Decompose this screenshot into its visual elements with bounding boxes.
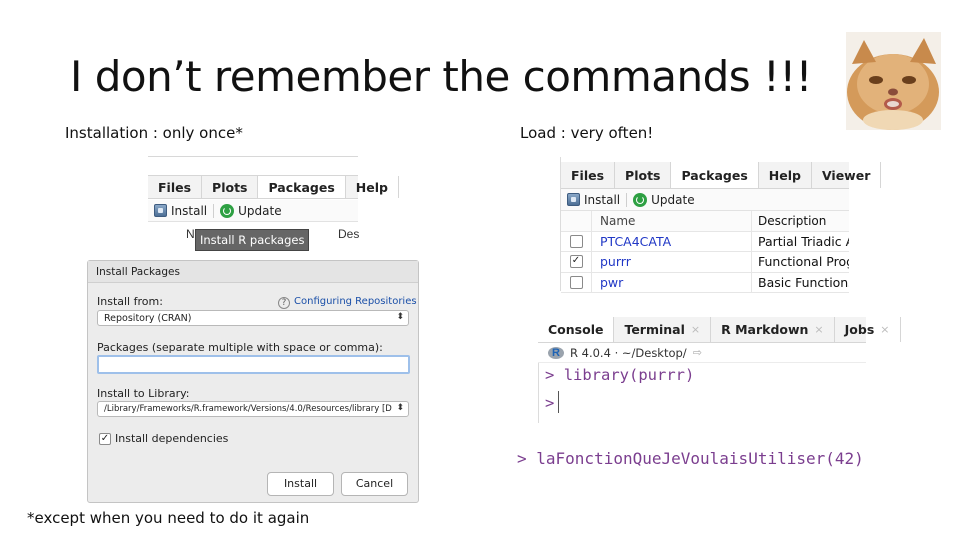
package-name-link[interactable]: purrr (600, 254, 631, 269)
dialog-title: Install Packages (88, 261, 418, 283)
install-button-label: Install (584, 192, 621, 207)
package-description: Partial Triadic An (751, 231, 849, 251)
tab-plots[interactable]: Plots (202, 176, 259, 198)
column-name-header[interactable]: N (186, 227, 195, 241)
toolbar-divider (213, 203, 215, 218)
table-header-row: Name Description (561, 211, 849, 232)
console-body[interactable]: > library(purrr) > (538, 363, 866, 423)
tab-help[interactable]: Help (759, 162, 812, 188)
close-icon[interactable]: × (814, 323, 823, 336)
column-description-header[interactable]: Des (338, 227, 359, 241)
select-caret-icon: ⬍ (396, 312, 404, 322)
install-icon (567, 193, 580, 206)
tab-files[interactable]: Files (561, 162, 616, 188)
configuring-repositories-label: Configuring Repositories (294, 296, 417, 307)
tab-files[interactable]: Files (148, 176, 203, 198)
install-packages-dialog: Install Packages Install from: ? Configur… (87, 260, 419, 503)
help-icon: ? (278, 297, 290, 309)
cat-image (846, 32, 941, 130)
install-button[interactable]: Install (154, 204, 207, 218)
packages-pane-right: Files Plots Packages Help Viewer Install… (560, 157, 882, 293)
tab-console[interactable]: Console (538, 317, 615, 342)
r-version-path: R 4.0.4 · ~/Desktop/ (570, 345, 687, 360)
install-caption: Installation : only once* (65, 124, 243, 142)
install-library-label: Install to Library: (97, 387, 190, 400)
tab-terminal[interactable]: Terminal × (614, 317, 712, 342)
pane-tabs: Files Plots Packages Help Viewer (561, 162, 882, 189)
install-button[interactable]: Install (267, 472, 334, 496)
tab-viewer[interactable]: Viewer (812, 162, 882, 188)
footnote: *except when you need to do it again (27, 509, 310, 527)
checkmark-icon: ✓ (99, 432, 111, 445)
tab-jobs-label: Jobs (844, 322, 875, 337)
install-from-label: Install from: (97, 295, 163, 308)
close-icon[interactable]: × (880, 323, 889, 336)
slide-title: I don’t remember the commands !!! (70, 52, 813, 101)
install-icon (154, 204, 167, 217)
packages-toolbar: Install Update (148, 200, 358, 222)
go-to-directory-icon[interactable]: ⇨ (693, 346, 702, 359)
packages-table: Name Description PTCA4CATA Partial Triad… (561, 211, 849, 293)
package-name-link[interactable]: pwr (600, 275, 623, 290)
tab-help[interactable]: Help (346, 176, 399, 198)
cancel-button[interactable]: Cancel (341, 472, 408, 496)
select-caret-icon: ⬍ (396, 403, 404, 413)
tab-packages[interactable]: Packages (258, 176, 346, 198)
update-button[interactable]: Update (220, 203, 282, 218)
table-row: ✓ purrr Functional Progra (561, 252, 849, 273)
text-cursor (558, 391, 560, 413)
install-button[interactable]: Install (567, 193, 620, 207)
package-checkbox[interactable]: ✓ (569, 255, 583, 269)
update-button[interactable]: Update (633, 192, 695, 207)
tab-terminal-label: Terminal (624, 322, 685, 337)
package-checkbox[interactable] (569, 275, 583, 289)
console-line: > library(purrr) (545, 366, 694, 384)
install-tooltip: Install R packages (195, 229, 310, 251)
tab-r-markdown-label: R Markdown (721, 322, 809, 337)
install-from-select[interactable]: Repository (CRAN) ⬍ (97, 310, 409, 326)
tab-jobs[interactable]: Jobs × (835, 317, 901, 342)
tab-r-markdown[interactable]: R Markdown × (711, 317, 835, 342)
update-button-label: Update (651, 192, 695, 207)
table-row: pwr Basic Functions f (561, 272, 849, 293)
tab-plots[interactable]: Plots (615, 162, 672, 188)
table-row: PTCA4CATA Partial Triadic An (561, 231, 849, 252)
package-checkbox[interactable] (569, 234, 583, 248)
column-name-header[interactable]: Name (591, 211, 751, 231)
column-description-header[interactable]: Description (751, 211, 849, 231)
console-prompt: > (545, 394, 555, 412)
install-button-label: Install (171, 203, 208, 218)
install-dependencies-label: Install dependencies (115, 432, 229, 445)
console-line: > (545, 391, 560, 413)
packages-input[interactable] (97, 355, 410, 374)
install-from-value: Repository (CRAN) (104, 313, 192, 324)
load-caption: Load : very often! (520, 124, 654, 142)
packages-toolbar: Install Update (561, 189, 849, 211)
console-pane: Console Terminal × R Markdown × Jobs × R… (538, 317, 901, 423)
package-description: Basic Functions f (751, 272, 849, 292)
install-library-value: /Library/Frameworks/R.framework/Versions… (104, 404, 392, 414)
console-path-bar: R R 4.0.4 · ~/Desktop/ ⇨ (538, 343, 866, 363)
close-icon[interactable]: × (691, 323, 700, 336)
update-icon (220, 203, 235, 218)
packages-label: Packages (separate multiple with space o… (97, 341, 383, 354)
toolbar-divider (626, 192, 628, 207)
console-command: library(purrr) (563, 366, 695, 384)
package-description: Functional Progra (751, 252, 849, 272)
packages-pane-left: Files Plots Packages Help Install Update… (148, 156, 399, 251)
configuring-repositories-link[interactable]: ? Configuring Repositories (278, 296, 417, 309)
pane-tabs: Files Plots Packages Help (148, 175, 399, 199)
package-name-link[interactable]: PTCA4CATA (600, 234, 671, 249)
console-prompt: > (545, 366, 555, 384)
r-logo-icon: R (548, 346, 564, 359)
tab-packages[interactable]: Packages (671, 162, 759, 188)
desired-command: > laFonctionQueJeVoulaisUtiliser(42) (517, 449, 864, 468)
install-library-select[interactable]: /Library/Frameworks/R.framework/Versions… (97, 401, 409, 417)
update-icon (633, 192, 648, 207)
console-tabs: Console Terminal × R Markdown × Jobs × (538, 317, 901, 343)
install-dependencies-checkbox[interactable]: ✓ Install dependencies (99, 432, 228, 445)
update-button-label: Update (238, 203, 282, 218)
